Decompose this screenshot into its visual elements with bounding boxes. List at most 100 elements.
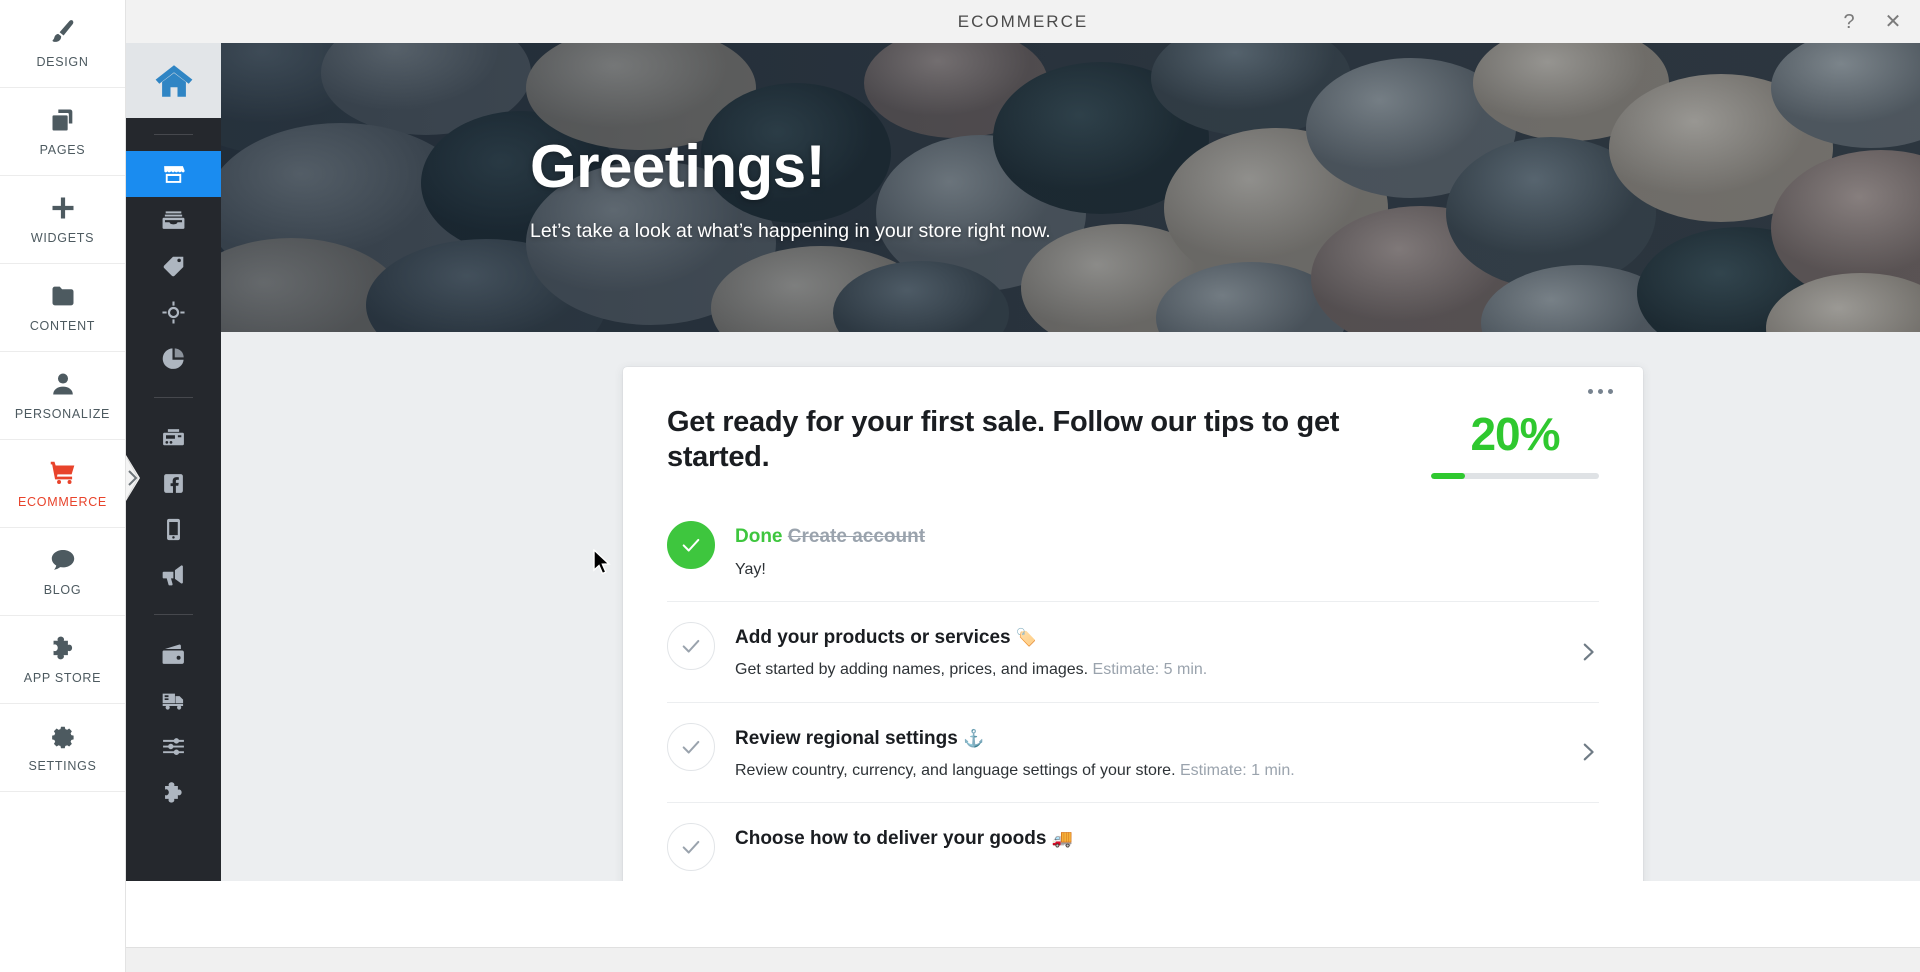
checkmark-icon <box>682 538 700 552</box>
gear-icon <box>49 722 77 750</box>
sidebar-item-settings[interactable]: SETTINGS <box>0 704 125 792</box>
sidebar-item-label: ECOMMERCE <box>18 495 107 509</box>
sidebar-item-label: DESIGN <box>36 55 89 69</box>
sidebar-collapse-toggle[interactable] <box>126 455 142 501</box>
price-tag-icon <box>163 256 184 276</box>
checklist-item-body: Done Create account Yay! <box>735 521 1599 581</box>
checklist-item-body: Review regional settings ⚓ Review country… <box>735 723 1557 783</box>
checkmark-icon <box>682 740 700 754</box>
sidebar-item-inbox-orders[interactable] <box>126 197 221 243</box>
sidebar-item-blog[interactable]: BLOG <box>0 528 125 616</box>
more-options-icon[interactable] <box>1588 389 1613 394</box>
sidebar-item-target[interactable] <box>126 289 221 335</box>
hero-overlay <box>221 43 1920 332</box>
window-bottom-strip <box>126 948 1920 972</box>
storefront-icon <box>164 165 185 183</box>
checklist-item-description-text: Review country, currency, and language s… <box>735 762 1176 780</box>
checklist-item-checkbox[interactable] <box>667 621 715 670</box>
sidebar-item-widgets[interactable]: WIDGETS <box>0 176 125 264</box>
folder-icon <box>49 282 77 310</box>
sidebar-item-home[interactable] <box>126 43 221 118</box>
sidebar-item-megaphone[interactable] <box>126 552 221 598</box>
checklist-item-title: Add your products or services <box>735 626 1011 648</box>
sidebar-item-puzzle-piece[interactable] <box>126 769 221 815</box>
card-header: Get ready for your first sale. Follow ou… <box>667 405 1599 479</box>
sidebar-divider <box>154 134 193 135</box>
mobile-phone-icon <box>167 518 180 540</box>
brush-icon <box>49 18 77 46</box>
puzzle-piece-icon <box>165 781 182 803</box>
checklist-item[interactable]: Done Create account Yay! <box>667 501 1599 601</box>
checklist-item-heading: Review regional settings ⚓ <box>735 726 1557 753</box>
sidebar-item-app-store[interactable]: APP STORE <box>0 616 125 704</box>
checklist-item-title: Create account <box>787 526 926 547</box>
progress-fill <box>1431 473 1465 479</box>
checklist-item-title: Review regional settings <box>735 727 958 749</box>
sidebar-item-mobile-phone[interactable] <box>126 506 221 552</box>
wallet-icon <box>162 644 184 664</box>
checklist-item-checkbox[interactable] <box>667 823 715 872</box>
sidebar-item-delivery-truck[interactable] <box>126 677 221 723</box>
window-titlebar: ECOMMERCE ? ✕ <box>126 0 1920 43</box>
checklist-item-open-button[interactable] <box>1577 641 1599 663</box>
checklist-item-description: Get started by adding names, prices, and… <box>735 658 1557 681</box>
checklist-item-estimate: Estimate: 5 min. <box>1092 661 1208 679</box>
checklist-item-heading: Add your products or services 🏷️ <box>735 625 1557 652</box>
progress-track <box>1431 473 1599 479</box>
sidebar-item-personalize[interactable]: PERSONALIZE <box>0 352 125 440</box>
sidebar-item-sliders[interactable] <box>126 723 221 769</box>
chevron-right-icon <box>1583 744 1594 761</box>
checklist-item[interactable]: Choose how to deliver your goods 🚚 <box>667 802 1599 881</box>
pages-icon <box>49 106 77 134</box>
plus-icon <box>49 194 77 222</box>
inbox-orders-icon <box>162 210 185 229</box>
checkmark-icon <box>682 841 700 854</box>
chat-bubble-icon <box>49 546 77 574</box>
main-navigation-sidebar: DESIGN PAGES WIDGETS CONTENT PERSONALIZE ECOM… <box>0 0 126 972</box>
sidebar-item-design[interactable]: DESIGN <box>0 0 125 88</box>
checklist-item-body: Add your products or services 🏷️ Get star… <box>735 622 1557 682</box>
sidebar-item-label: SETTINGS <box>28 759 97 773</box>
person-icon <box>49 370 77 398</box>
sidebar-item-wallet[interactable] <box>126 631 221 677</box>
help-button[interactable]: ? <box>1838 12 1860 32</box>
sidebar-item-price-tag[interactable] <box>126 243 221 289</box>
checklist-item-description: Yay! <box>735 558 1599 581</box>
chevron-right-icon <box>126 455 140 501</box>
checklist-item-checkbox[interactable] <box>667 722 715 771</box>
pie-chart-icon <box>162 347 184 369</box>
sidebar-item-label: PERSONALIZE <box>14 407 111 421</box>
sidebar-item-pages[interactable]: PAGES <box>0 88 125 176</box>
checklist-item[interactable]: Review regional settings ⚓ Review country… <box>667 701 1599 803</box>
sidebar-item-label: WIDGETS <box>30 231 95 245</box>
checklist-item-emoji: 🚚 <box>1051 829 1073 849</box>
checklist-item-body: Choose how to deliver your goods 🚚 <box>735 823 1599 853</box>
sliders-icon <box>163 737 184 755</box>
checklist-item-open-button[interactable] <box>1577 741 1599 763</box>
sidebar-item-ecommerce[interactable]: ECOMMERCE <box>0 440 125 528</box>
sidebar-item-cash-register[interactable] <box>126 414 221 460</box>
hero-text-block: Greetings! Let’s take a look at what’s h… <box>530 135 1051 243</box>
sidebar-item-pie-chart[interactable] <box>126 335 221 381</box>
content-viewport: Greetings! Let’s take a look at what’s h… <box>221 43 1920 881</box>
sidebar-item-content[interactable]: CONTENT <box>0 264 125 352</box>
sidebar-item-label: CONTENT <box>29 319 96 333</box>
content-footer-bar <box>126 881 1920 948</box>
checklist-item-checkbox[interactable] <box>667 521 715 569</box>
checklist-item[interactable]: Add your products or services 🏷️ Get star… <box>667 600 1599 702</box>
puzzle-piece-icon <box>49 634 77 662</box>
checklist-item-heading: Choose how to deliver your goods 🚚 <box>735 826 1599 853</box>
shopping-cart-icon <box>49 458 77 486</box>
checklist-item-title: Choose how to deliver your goods <box>735 828 1047 850</box>
sidebar-divider <box>154 614 193 615</box>
facebook-icon <box>164 473 183 493</box>
sidebar-item-storefront[interactable] <box>126 151 221 197</box>
sidebar-item-label: PAGES <box>39 143 86 157</box>
checkmark-icon <box>682 639 700 653</box>
close-button[interactable]: ✕ <box>1882 12 1904 32</box>
sidebar-divider <box>154 397 193 398</box>
checklist-item-description-text: Yay! <box>735 560 766 578</box>
megaphone-icon <box>162 564 183 585</box>
page-title: ECOMMERCE <box>957 11 1089 31</box>
chevron-right-icon <box>1583 643 1594 661</box>
